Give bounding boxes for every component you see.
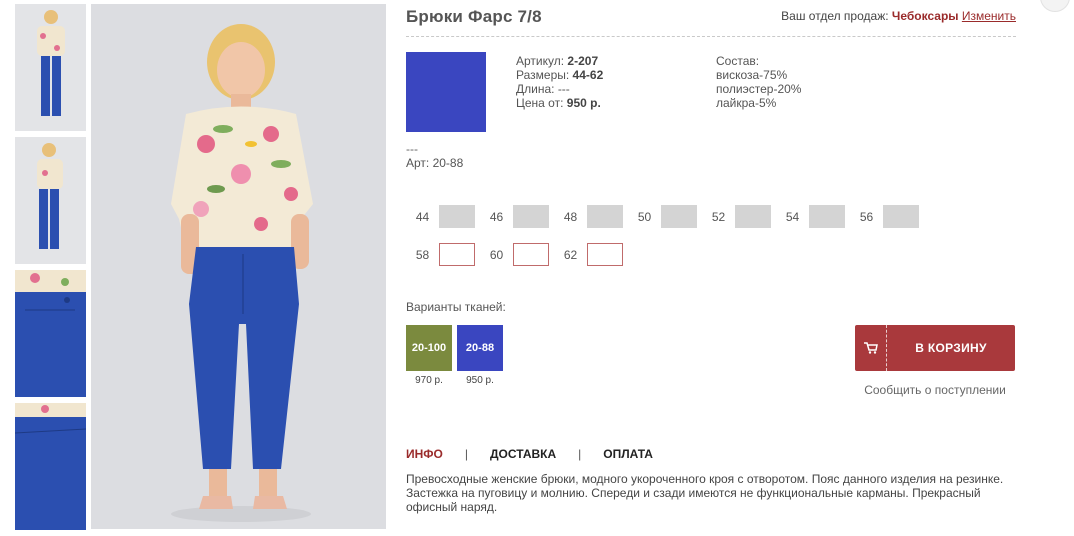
- swatch-dashes: ---: [406, 142, 418, 156]
- add-to-cart-button[interactable]: В КОРЗИНУ: [855, 325, 1015, 371]
- swatch-art-code: Арт: 20-88: [406, 156, 464, 170]
- size-number: 50: [637, 209, 652, 224]
- product-specs: Артикул: 2-207 Размеры: 44-62 Длина: ---…: [516, 54, 603, 110]
- size-option: 50: [628, 205, 702, 228]
- fabric-variant-swatch[interactable]: 20-100: [406, 325, 452, 371]
- size-box-available[interactable]: [587, 243, 623, 266]
- spec-sizes: Размеры: 44-62: [516, 68, 603, 82]
- spec-article-label: Артикул:: [516, 54, 565, 68]
- fabric-variant[interactable]: 20-88 950 р.: [457, 325, 503, 386]
- tab-separator: |: [578, 447, 582, 461]
- sales-dept-label: Ваш отдел продаж:: [781, 9, 889, 23]
- size-number: 46: [489, 209, 504, 224]
- sales-department: Ваш отдел продаж: Чебоксары Изменить: [781, 9, 1016, 23]
- size-number: 48: [563, 209, 578, 224]
- size-option[interactable]: 58: [406, 243, 480, 266]
- add-to-cart-label: В КОРЗИНУ: [915, 341, 987, 355]
- product-details-panel: Брюки Фарс 7/8 Ваш отдел продаж: Чебокса…: [406, 0, 1016, 536]
- product-title: Брюки Фарс 7/8: [406, 7, 542, 26]
- spec-length-value: ---: [557, 82, 570, 96]
- size-number: 60: [489, 247, 504, 262]
- scroll-top-button[interactable]: [1040, 0, 1070, 12]
- thumbnail-image: [15, 403, 86, 530]
- size-box-unavailable: [513, 205, 549, 228]
- fabric-swatch-selected: [406, 52, 486, 132]
- change-dept-link[interactable]: Изменить: [962, 9, 1016, 23]
- product-description: Превосходные женские брюки, модного укор…: [406, 472, 1004, 514]
- spec-article: Артикул: 2-207: [516, 54, 603, 68]
- size-box-unavailable: [735, 205, 771, 228]
- size-row: 44 46 48 50 52 54 56: [406, 205, 946, 228]
- composition-item: вискоза-75%: [716, 68, 788, 82]
- model-photo-illustration: [91, 4, 386, 529]
- thumbnail-strip: [15, 4, 86, 536]
- size-option[interactable]: 60: [480, 243, 554, 266]
- size-box-unavailable: [439, 205, 475, 228]
- thumbnail-full-side[interactable]: [15, 137, 86, 264]
- size-box-unavailable: [809, 205, 845, 228]
- fabric-variant-code: 20-100: [411, 342, 447, 354]
- divider: [406, 36, 1016, 37]
- size-option: 56: [850, 205, 924, 228]
- spec-length-label: Длина:: [516, 82, 555, 96]
- size-box-available[interactable]: [513, 243, 549, 266]
- size-row: 58 60 62: [406, 243, 946, 266]
- size-number: 52: [711, 209, 726, 224]
- tab-delivery[interactable]: ДОСТАВКА: [490, 447, 556, 461]
- main-product-photo[interactable]: [91, 4, 386, 529]
- composition: Состав: вискоза-75% полиэстер-20% лайкра…: [716, 54, 801, 110]
- tab-separator: |: [464, 447, 468, 461]
- fabric-variant-code: 20-88: [465, 342, 495, 354]
- fabric-variant-price: 970 р.: [415, 375, 443, 386]
- spec-price-value: 950 р.: [566, 96, 601, 110]
- spec-article-value: 2-207: [567, 54, 599, 68]
- size-option: 48: [554, 205, 628, 228]
- composition-item: полиэстер-20%: [716, 82, 802, 96]
- size-grid: 44 46 48 50 52 54 56 58 60 62: [406, 205, 946, 281]
- thumbnail-closeup-waist[interactable]: [15, 270, 86, 397]
- spec-price-label: Цена от:: [516, 96, 564, 110]
- size-box-available[interactable]: [439, 243, 475, 266]
- composition-label: Состав:: [716, 54, 760, 68]
- tab-info[interactable]: ИНФО: [406, 447, 443, 461]
- spec-price: Цена от: 950 р.: [516, 96, 603, 110]
- spec-sizes-label: Размеры:: [516, 68, 570, 82]
- size-box-unavailable: [587, 205, 623, 228]
- fabric-variant[interactable]: 20-100 970 р.: [406, 325, 452, 386]
- size-box-unavailable: [661, 205, 697, 228]
- size-number: 62: [563, 247, 578, 262]
- size-number: 54: [785, 209, 800, 224]
- thumbnail-full-front[interactable]: [15, 4, 86, 131]
- sales-dept-city: Чебоксары: [891, 9, 959, 23]
- thumbnail-image: [15, 4, 86, 131]
- thumbnail-image: [15, 270, 86, 397]
- info-tabs: ИНФО | ДОСТАВКА | ОПЛАТА: [406, 447, 653, 461]
- thumbnail-image: [15, 137, 86, 264]
- fabric-variants-label: Варианты тканей:: [406, 300, 506, 314]
- spec-sizes-value: 44-62: [572, 68, 604, 82]
- cart-icon: [855, 325, 887, 371]
- fabric-variant-price: 950 р.: [466, 375, 494, 386]
- size-option: 52: [702, 205, 776, 228]
- composition-item: лайкра-5%: [716, 96, 777, 110]
- notify-availability-link[interactable]: Сообщить о поступлении: [855, 383, 1015, 397]
- size-number: 44: [415, 209, 430, 224]
- size-option: 46: [480, 205, 554, 228]
- fabric-variants: 20-100 970 р. 20-88 950 р.: [406, 325, 508, 386]
- size-number: 58: [415, 247, 430, 262]
- size-box-unavailable: [883, 205, 919, 228]
- fabric-variant-swatch[interactable]: 20-88: [457, 325, 503, 371]
- thumbnail-closeup-back[interactable]: [15, 403, 86, 530]
- size-option: 44: [406, 205, 480, 228]
- tab-payment[interactable]: ОПЛАТА: [603, 447, 653, 461]
- spec-length: Длина: ---: [516, 82, 603, 96]
- size-number: 56: [859, 209, 874, 224]
- size-option: 54: [776, 205, 850, 228]
- size-option[interactable]: 62: [554, 243, 628, 266]
